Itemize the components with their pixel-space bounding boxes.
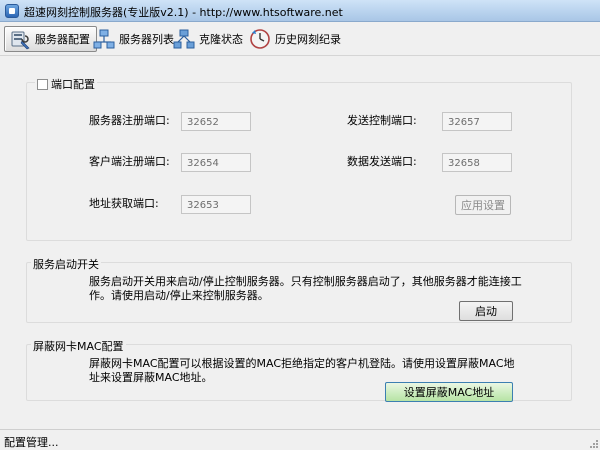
tab-server-config[interactable]: 服务器配置 xyxy=(4,26,97,52)
tab-history-records-label: 历史网刻纪录 xyxy=(275,33,341,46)
network-list-icon xyxy=(93,28,115,50)
mac-shield-header: 屏蔽网卡MAC配置 xyxy=(31,338,126,354)
service-switch-title: 服务启动开关 xyxy=(33,258,99,271)
mac-shield-title: 屏蔽网卡MAC配置 xyxy=(33,340,124,353)
client-register-port-label: 客户端注册端口: xyxy=(89,155,170,168)
server-register-port-label: 服务器注册端口: xyxy=(89,114,170,127)
mac-shield-group: 屏蔽网卡MAC配置 屏蔽网卡MAC配置可以根据设置的MAC拒绝指定的客户机登陆。… xyxy=(26,338,572,402)
server-config-icon xyxy=(9,28,31,50)
start-service-button[interactable]: 启动 xyxy=(459,301,513,321)
port-config-title: 端口配置 xyxy=(51,78,95,91)
tab-history-records[interactable]: 历史网刻纪录 xyxy=(244,26,348,52)
service-switch-header: 服务启动开关 xyxy=(31,256,101,272)
app-icon xyxy=(5,4,19,18)
port-config-checkbox[interactable] xyxy=(37,78,48,90)
tab-server-list-label: 服务器列表 xyxy=(119,33,174,46)
send-control-port-input[interactable] xyxy=(442,112,512,131)
tab-clone-status[interactable]: 克隆状态 xyxy=(168,26,250,52)
data-send-port-label: 数据发送端口: xyxy=(347,155,417,168)
server-register-port-input[interactable] xyxy=(181,112,251,131)
window-title: 超速网刻控制服务器(专业版v2.1) - http://www.htsoftwa… xyxy=(24,6,343,19)
address-fetch-port-input[interactable] xyxy=(181,195,251,214)
content-area: 端口配置 服务器注册端口: 发送控制端口: 客户端注册端口: 数据发送端口: 地… xyxy=(0,57,600,429)
status-text: 配置管理... xyxy=(4,436,59,449)
tab-server-config-label: 服务器配置 xyxy=(35,33,90,46)
port-config-group: 端口配置 服务器注册端口: 发送控制端口: 客户端注册端口: 数据发送端口: 地… xyxy=(26,76,572,241)
tab-clone-status-label: 克隆状态 xyxy=(199,33,243,46)
set-mac-shield-button[interactable]: 设置屏蔽MAC地址 xyxy=(385,382,513,402)
clone-status-icon xyxy=(173,28,195,50)
service-switch-description: 服务启动开关用来启动/停止控制服务器。只有控制服务器启动了，其他服务器才能连接工… xyxy=(89,275,522,302)
mac-shield-description: 屏蔽网卡MAC配置可以根据设置的MAC拒绝指定的客户机登陆。请使用设置屏蔽MAC… xyxy=(89,357,515,384)
address-fetch-port-label: 地址获取端口: xyxy=(89,197,159,210)
send-control-port-label: 发送控制端口: xyxy=(347,114,417,127)
resize-grip-icon[interactable] xyxy=(588,438,598,448)
client-register-port-input[interactable] xyxy=(181,153,251,172)
status-bar: 配置管理... xyxy=(0,429,600,450)
data-send-port-input[interactable] xyxy=(442,153,512,172)
apply-settings-button[interactable]: 应用设置 xyxy=(455,195,511,215)
service-switch-group: 服务启动开关 服务启动开关用来启动/停止控制服务器。只有控制服务器启动了，其他服… xyxy=(26,256,572,323)
toolbar: 服务器配置 服务器列表 克隆状态 历史网刻纪录 xyxy=(0,22,600,56)
port-config-header: 端口配置 xyxy=(35,76,97,92)
title-bar: 超速网刻控制服务器(专业版v2.1) - http://www.htsoftwa… xyxy=(0,0,600,22)
history-clock-icon xyxy=(249,28,271,50)
